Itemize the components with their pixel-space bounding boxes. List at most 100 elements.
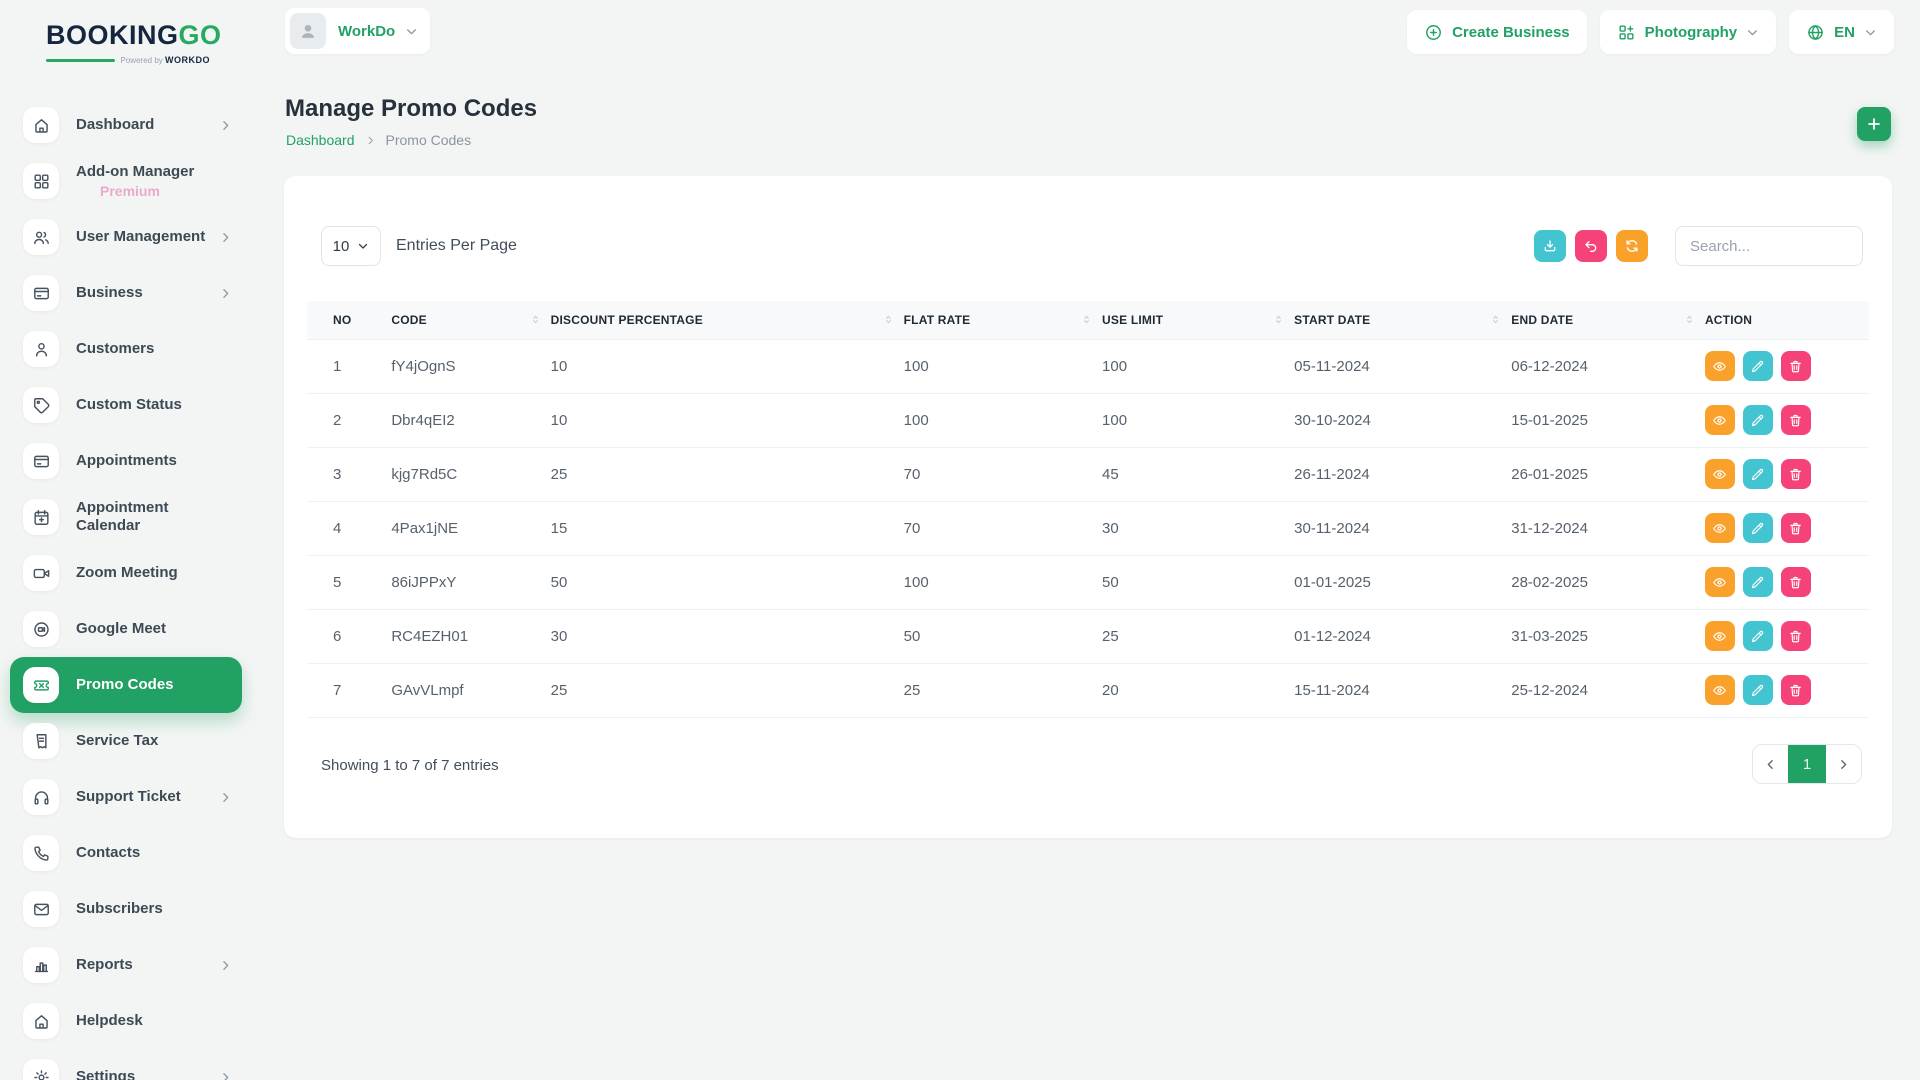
page-title: Manage Promo Codes xyxy=(285,95,537,123)
sidebar-item-service-tax[interactable]: Service Tax xyxy=(10,713,242,769)
workspace-selector[interactable]: WorkDo xyxy=(285,8,430,54)
edit-button[interactable] xyxy=(1743,459,1773,489)
pagination-current-page[interactable]: 1 xyxy=(1788,744,1826,784)
sort-icon[interactable] xyxy=(1684,314,1695,325)
add-promo-code-button[interactable] xyxy=(1857,107,1891,141)
chevron-right-icon xyxy=(219,287,232,300)
column-header-discount-percentage[interactable]: DISCOUNT PERCENTAGE xyxy=(551,301,904,339)
chevron-down-icon xyxy=(1746,26,1759,39)
sidebar-item-user-management[interactable]: User Management xyxy=(10,209,242,265)
table-toolbar: 10 Entries Per Page xyxy=(321,226,1863,266)
delete-button[interactable] xyxy=(1781,459,1811,489)
edit-button[interactable] xyxy=(1743,675,1773,705)
search-input[interactable] xyxy=(1675,226,1863,266)
sidebar-item-promo-codes[interactable]: Promo Codes xyxy=(10,657,242,713)
delete-button[interactable] xyxy=(1781,351,1811,381)
pagination-prev-button[interactable] xyxy=(1753,744,1788,784)
sidebar-item-zoom-meeting[interactable]: Zoom Meeting xyxy=(10,545,242,601)
cell-discount-percentage: 50 xyxy=(551,555,904,609)
view-button[interactable] xyxy=(1705,567,1735,597)
table-row: 6 RC4EZH01 30 50 25 01-12-2024 31-03-202… xyxy=(307,609,1869,663)
delete-button[interactable] xyxy=(1781,621,1811,651)
entries-per-page-select[interactable]: 10 xyxy=(321,226,381,266)
sidebar-item-settings[interactable]: Settings xyxy=(10,1049,242,1080)
chevron-down-icon xyxy=(405,25,418,38)
pencil-icon xyxy=(1750,575,1765,590)
sidebar-item-label: Dashboard xyxy=(76,116,154,133)
sort-icon[interactable] xyxy=(1490,314,1501,325)
edit-button[interactable] xyxy=(1743,621,1773,651)
export-button[interactable] xyxy=(1534,230,1566,262)
sidebar-item-label: Promo Codes xyxy=(76,676,174,693)
sort-icon[interactable] xyxy=(883,314,894,325)
table-row: 7 GAvVLmpf 25 25 20 15-11-2024 25-12-202… xyxy=(307,663,1869,717)
edit-button[interactable] xyxy=(1743,567,1773,597)
delete-button[interactable] xyxy=(1781,675,1811,705)
sidebar-item-google-meet[interactable]: Google Meet xyxy=(10,601,242,657)
cell-flat-rate: 50 xyxy=(904,609,1102,663)
view-button[interactable] xyxy=(1705,351,1735,381)
view-button[interactable] xyxy=(1705,405,1735,435)
chevron-right-icon xyxy=(365,135,376,146)
sidebar-item-add-on-manager[interactable]: Add-on ManagerPremium xyxy=(10,153,242,209)
app-logo[interactable]: BOOKINGGO Powered by WORKDO xyxy=(0,0,210,65)
sidebar-item-support-ticket[interactable]: Support Ticket xyxy=(10,769,242,825)
column-header-flat-rate[interactable]: FLAT RATE xyxy=(904,301,1102,339)
sidebar-item-helpdesk[interactable]: Helpdesk xyxy=(10,993,242,1049)
sidebar-item-customers[interactable]: Customers xyxy=(10,321,242,377)
cell-code: GAvVLmpf xyxy=(391,663,550,717)
delete-button[interactable] xyxy=(1781,567,1811,597)
delete-button[interactable] xyxy=(1781,513,1811,543)
plus-circle-icon xyxy=(1424,23,1443,42)
column-header-end-date[interactable]: END DATE xyxy=(1511,301,1705,339)
chevron-right-icon xyxy=(1837,758,1850,771)
sidebar-item-dashboard[interactable]: Dashboard xyxy=(10,97,242,153)
cell-code: 86iJPPxY xyxy=(391,555,550,609)
cell-end-date: 15-01-2025 xyxy=(1511,393,1705,447)
sidebar-item-reports[interactable]: Reports xyxy=(10,937,242,993)
sort-icon[interactable] xyxy=(530,314,541,325)
table-header-row: NOCODEDISCOUNT PERCENTAGEFLAT RATEUSE LI… xyxy=(307,301,1869,339)
breadcrumb-link-dashboard[interactable]: Dashboard xyxy=(286,132,355,148)
cell-no: 1 xyxy=(307,339,391,393)
sidebar-item-subscribers[interactable]: Subscribers xyxy=(10,881,242,937)
grid-icon xyxy=(23,163,59,199)
column-header-use-limit[interactable]: USE LIMIT xyxy=(1102,301,1294,339)
promo-codes-card: 10 Entries Per Page NOCODEDISCOUNT PERCE… xyxy=(284,176,1892,838)
column-header-code[interactable]: CODE xyxy=(391,301,550,339)
cell-use-limit: 25 xyxy=(1102,609,1294,663)
sidebar-item-contacts[interactable]: Contacts xyxy=(10,825,242,881)
edit-button[interactable] xyxy=(1743,351,1773,381)
sidebar-item-business[interactable]: Business xyxy=(10,265,242,321)
create-business-button[interactable]: Create Business xyxy=(1407,10,1587,54)
column-header-start-date[interactable]: START DATE xyxy=(1294,301,1511,339)
refresh-button[interactable] xyxy=(1616,230,1648,262)
credit-card-icon xyxy=(23,275,59,311)
sort-icon[interactable] xyxy=(1081,314,1092,325)
undo-button[interactable] xyxy=(1575,230,1607,262)
logo-wordmark: BOOKINGGO xyxy=(46,22,210,49)
sort-icon[interactable] xyxy=(1273,314,1284,325)
view-button[interactable] xyxy=(1705,675,1735,705)
cell-flat-rate: 100 xyxy=(904,393,1102,447)
pencil-icon xyxy=(1750,413,1765,428)
edit-button[interactable] xyxy=(1743,513,1773,543)
sidebar-item-custom-status[interactable]: Custom Status xyxy=(10,377,242,433)
sidebar-item-appointment-calendar[interactable]: Appointment Calendar xyxy=(10,489,242,545)
sidebar-item-sublabel: Premium xyxy=(76,183,194,199)
view-button[interactable] xyxy=(1705,621,1735,651)
cell-code: 4Pax1jNE xyxy=(391,501,550,555)
edit-button[interactable] xyxy=(1743,405,1773,435)
view-button[interactable] xyxy=(1705,513,1735,543)
business-type-selector[interactable]: Photography xyxy=(1600,10,1777,54)
delete-button[interactable] xyxy=(1781,405,1811,435)
pagination-next-button[interactable] xyxy=(1826,744,1861,784)
sidebar-item-label: Business xyxy=(76,284,143,301)
sidebar-item-appointments[interactable]: Appointments xyxy=(10,433,242,489)
topbar-actions: Create Business Photography EN xyxy=(1407,10,1894,54)
chevron-down-icon xyxy=(357,240,369,252)
view-button[interactable] xyxy=(1705,459,1735,489)
trash-icon xyxy=(1788,467,1803,482)
language-selector[interactable]: EN xyxy=(1789,10,1894,54)
eye-icon xyxy=(1712,683,1727,698)
